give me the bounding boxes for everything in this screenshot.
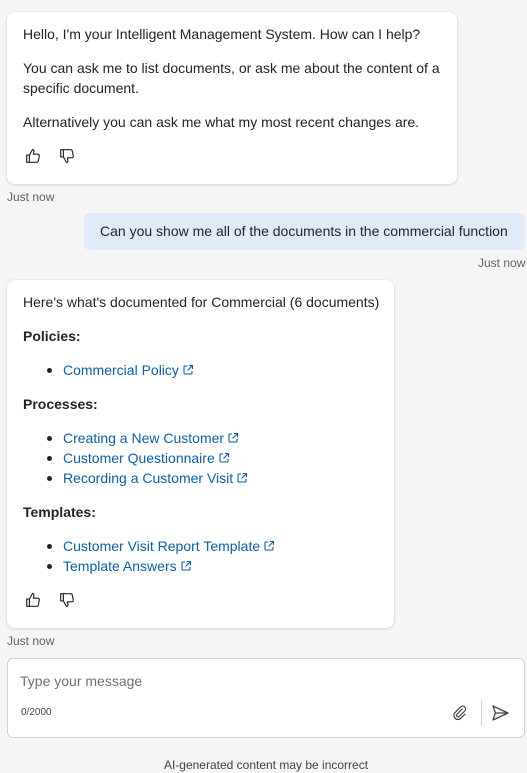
- section-heading-policies: Policies:: [23, 328, 81, 344]
- user-message-text: Can you show me all of the documents in …: [100, 223, 508, 239]
- document-link[interactable]: Recording a Customer Visit: [63, 468, 248, 488]
- list-bullet: [47, 436, 52, 441]
- list-bullet: [47, 456, 52, 461]
- list-bullet: [47, 476, 52, 481]
- list-bullet: [47, 544, 52, 549]
- feedback-bar: [23, 590, 77, 610]
- composer-divider: [481, 700, 482, 726]
- message-timestamp: Just now: [7, 190, 55, 204]
- bot-message-card: Hello, I'm your Intelligent Management S…: [7, 12, 457, 184]
- user-message-bubble: Can you show me all of the documents in …: [84, 213, 525, 250]
- external-link-icon: [264, 540, 275, 551]
- external-link-icon: [237, 472, 248, 483]
- thumbs-down-icon[interactable]: [57, 146, 77, 166]
- thumbs-up-icon[interactable]: [23, 146, 43, 166]
- external-link-icon: [219, 452, 229, 463]
- help-text: You can ask me to list documents, or ask…: [23, 60, 440, 96]
- message-timestamp: Just now: [7, 634, 55, 648]
- message-timestamp: Just now: [478, 256, 526, 270]
- thumbs-up-icon[interactable]: [23, 590, 43, 610]
- list-bullet: [47, 368, 52, 373]
- thumbs-down-icon[interactable]: [57, 590, 77, 610]
- document-link[interactable]: Creating a New Customer: [63, 428, 239, 448]
- alternative-text: Alternatively you can ask me what my mos…: [23, 114, 420, 130]
- document-link[interactable]: Customer Visit Report Template: [63, 536, 275, 556]
- ai-disclaimer: AI-generated content may be incorrect: [163, 758, 369, 772]
- document-link[interactable]: Customer Questionnaire: [63, 448, 230, 468]
- character-count: 0/2000: [21, 707, 52, 718]
- section-heading-templates: Templates:: [23, 504, 96, 520]
- list-bullet: [47, 564, 52, 569]
- message-composer: 0/2000: [7, 658, 525, 738]
- section-heading-processes: Processes:: [23, 396, 98, 412]
- external-link-icon: [183, 364, 193, 375]
- paperclip-icon[interactable]: [449, 702, 471, 724]
- document-link[interactable]: Commercial Policy: [63, 360, 194, 380]
- feedback-bar: [23, 146, 77, 166]
- send-icon[interactable]: [489, 702, 511, 724]
- external-link-icon: [181, 560, 191, 571]
- bot-message-card: Here's what's documented for Commercial …: [7, 280, 394, 628]
- greeting-text: Hello, I'm your Intelligent Management S…: [23, 26, 421, 42]
- results-intro: Here's what's documented for Commercial …: [23, 294, 380, 310]
- document-link[interactable]: Template Answers: [63, 556, 192, 576]
- message-input[interactable]: [20, 671, 460, 691]
- external-link-icon: [228, 432, 239, 443]
